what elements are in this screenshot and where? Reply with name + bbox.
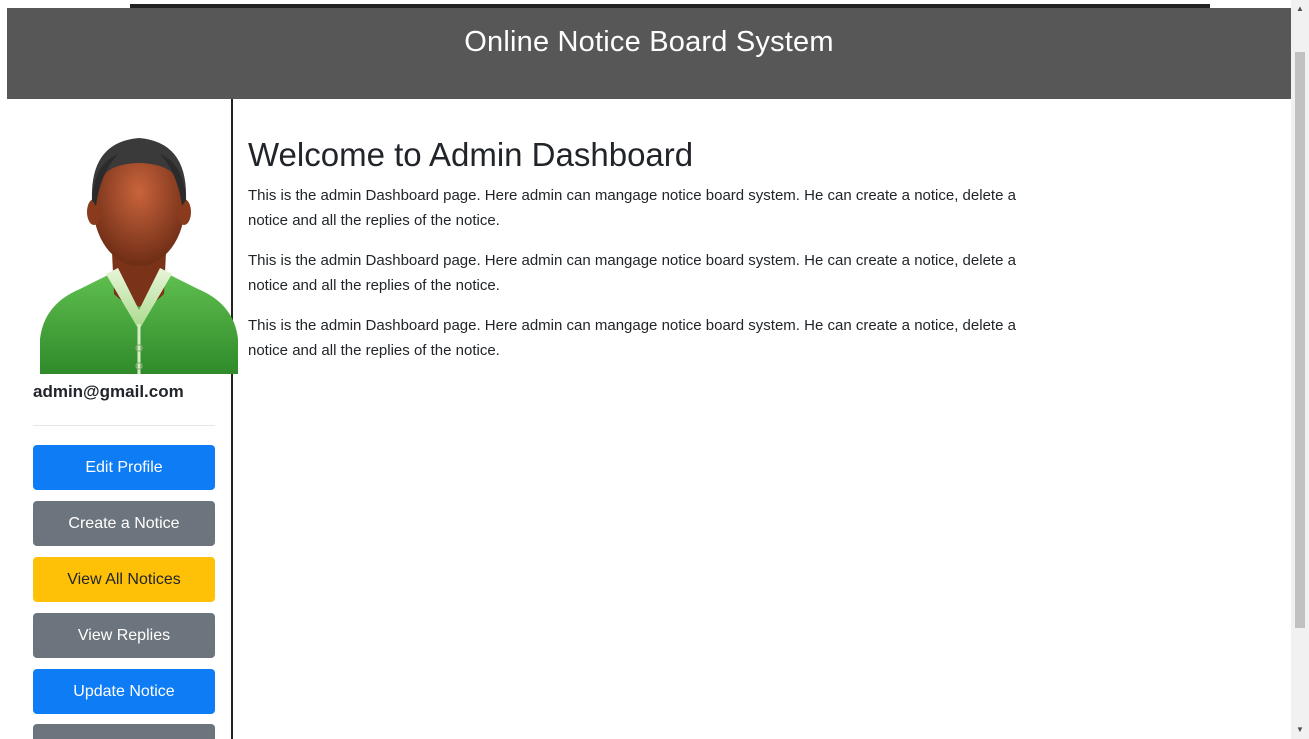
page-title: Welcome to Admin Dashboard bbox=[248, 136, 694, 173]
dashboard-paragraph: This is the admin Dashboard page. Here a… bbox=[248, 252, 1016, 294]
scroll-down-arrow-icon[interactable]: ▼ bbox=[1291, 721, 1309, 739]
edit-profile-button[interactable]: Edit Profile bbox=[33, 445, 215, 490]
window-top-strip bbox=[0, 0, 1291, 8]
view-replies-button[interactable]: View Replies bbox=[33, 613, 215, 658]
dashboard-paragraph: This is the admin Dashboard page. Here a… bbox=[248, 187, 1016, 229]
create-notice-button[interactable]: Create a Notice bbox=[33, 501, 215, 546]
scrollbar-thumb[interactable] bbox=[1295, 52, 1305, 628]
site-title: Online Notice Board System bbox=[464, 26, 834, 58]
admin-avatar-icon bbox=[40, 138, 238, 374]
vertical-scrollbar[interactable]: ▲ ▼ bbox=[1291, 0, 1309, 739]
admin-email: admin@gmail.com bbox=[33, 382, 184, 401]
sidebar-button-cut-off[interactable] bbox=[33, 724, 215, 739]
main-content: Welcome to Admin Dashboard This is the a… bbox=[248, 99, 1278, 378]
dashboard-paragraph: This is the admin Dashboard page. Here a… bbox=[248, 317, 1016, 359]
scroll-up-arrow-icon[interactable]: ▲ bbox=[1291, 0, 1309, 18]
sidebar: admin@gmail.com Edit Profile Create a No… bbox=[0, 99, 238, 739]
site-header: Online Notice Board System bbox=[7, 8, 1291, 99]
sidebar-divider bbox=[33, 425, 215, 426]
view-all-notices-button[interactable]: View All Notices bbox=[33, 557, 215, 602]
update-notice-button[interactable]: Update Notice bbox=[33, 669, 215, 714]
